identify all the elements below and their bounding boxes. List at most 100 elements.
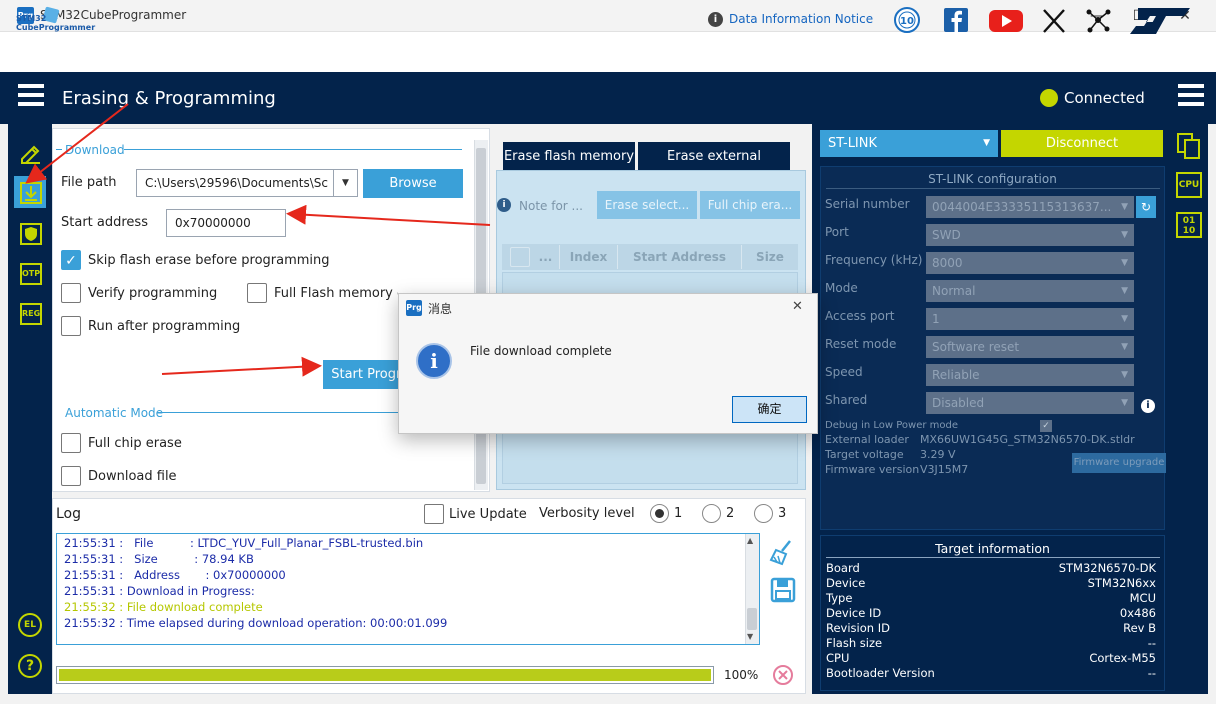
binary-icon[interactable]: 01 10 [1176,212,1202,238]
stlink-dropdown-label: ST-LINK [828,136,878,151]
sidebar-item-reg[interactable]: REG [13,296,47,330]
download-progress-fill [59,669,711,681]
skip-flash-erase-checkbox[interactable]: ✓ [61,250,81,270]
config-field[interactable]: Reliable ▼ [926,364,1134,386]
cpu-icon[interactable]: CPU [1176,172,1202,198]
page-title: Erasing & Programming [62,88,276,109]
network-icon[interactable] [1084,6,1114,34]
facebook-icon[interactable] [942,6,972,34]
connection-status: Connected [1064,89,1145,107]
verbosity-radio-2[interactable] [702,504,721,523]
config-field-value: Normal [932,284,976,298]
target-voltage-value: 3.29 V [920,448,956,461]
config-field[interactable]: 8000 ▼ [926,252,1134,274]
shared-info-icon[interactable]: i [1141,399,1155,413]
x-icon[interactable] [1040,6,1070,34]
log-line: 21:55:31 : Download in Progress: [64,584,255,598]
memory-copy-icon[interactable] [1176,132,1202,160]
target-row-value: -- [1147,636,1156,650]
download-file-checkbox[interactable] [61,466,81,486]
erase-selected-button[interactable]: Erase select... [597,191,697,219]
youtube-icon[interactable] [988,6,1023,34]
config-field[interactable]: Normal ▼ [926,280,1134,302]
far-right-strip [1172,124,1208,694]
tab-erase-external[interactable]: Erase external memory [638,142,790,194]
sidebar-item-download[interactable] [13,175,47,209]
note-info-icon: i [497,198,511,212]
config-field-value: Disabled [932,396,985,410]
verbosity-radio-3[interactable] [754,504,773,523]
select-all-checkbox[interactable] [510,247,530,267]
start-address-value: 0x70000000 [175,216,251,230]
binary-top: 01 [1182,216,1196,226]
firmware-upgrade-button[interactable]: Firmware upgrade [1072,453,1166,473]
data-information-notice-link[interactable]: Data Information Notice [729,12,873,26]
stlink-dropdown[interactable]: ST-LINK ▼ [820,130,998,157]
full-chip-erase-button[interactable]: Full chip era... [700,191,800,219]
sidebar-item-otp[interactable]: OTP [13,256,47,290]
chevron-down-icon: ▼ [1121,286,1128,296]
start-address-input[interactable]: 0x70000000 [166,209,286,237]
log-scroll-down-icon[interactable]: ▼ [747,632,753,641]
automatic-mode-section-label: Automatic Mode [65,406,164,420]
verbosity-level-1-label: 1 [674,506,683,521]
clear-log-broom-icon[interactable] [768,538,796,566]
sidebar-item-edit[interactable] [13,136,47,170]
file-path-dropdown-chevron-down-icon[interactable]: ▼ [333,169,357,197]
full-checksum-checkbox[interactable] [247,283,267,303]
config-field-value: Software reset [932,340,1020,354]
refresh-serial-icon[interactable]: ↻ [1136,196,1156,218]
debug-low-power-checkbox[interactable]: ✓ [1040,420,1052,432]
config-field[interactable]: SWD ▼ [926,224,1134,246]
config-field[interactable]: 0044004E33335115313637... ▼ [926,196,1134,218]
menu-icon[interactable] [18,84,44,106]
dialog-close-icon[interactable]: ✕ [792,299,803,314]
download-section-label: Download [65,143,125,157]
config-field[interactable]: Software reset ▼ [926,336,1134,358]
verbosity-level-3-label: 3 [778,506,787,521]
config-field[interactable]: Disabled ▼ [926,392,1134,414]
verbosity-label: Verbosity level [539,506,635,521]
log-line: 21:55:31 : Address : 0x70000000 [64,568,286,582]
log-scroll-up-icon[interactable]: ▲ [747,536,753,545]
config-field-value: 8000 [932,256,963,270]
target-row-label: Flash size [826,636,883,650]
browse-button[interactable]: Browse [363,169,463,198]
help-icon[interactable]: ? [18,654,42,678]
target-info-divider [826,557,1160,558]
live-update-checkbox[interactable] [424,504,444,524]
config-label: Frequency (kHz) [825,253,923,267]
right-menu-icon[interactable] [1178,84,1204,106]
anniversary-badge-text: 10 [900,16,914,27]
verify-programming-checkbox[interactable] [61,283,81,303]
binary-bottom: 10 [1182,226,1196,236]
save-log-icon[interactable] [770,577,796,603]
target-row-value: MCU [1129,591,1156,605]
stlink-config-title: ST-LINK configuration [928,172,1057,186]
sidebar-item-security[interactable] [13,216,47,250]
start-address-label: Start address [61,215,148,230]
run-after-programming-checkbox[interactable] [61,316,81,336]
chevron-down-icon: ▼ [1121,258,1128,268]
tab-erase-flash[interactable]: Erase flash memory [503,142,635,172]
target-row-label: Board [826,561,860,575]
live-update-label: Live Update [449,507,527,522]
edit-icon [21,145,40,164]
full-chip-erase-checkbox[interactable] [61,433,81,453]
cancel-download-icon[interactable] [772,664,794,686]
file-path-input[interactable]: C:\Users\29596\Documents\Sc [136,169,358,197]
download-section-line-left [56,149,62,150]
log-scroll-thumb[interactable] [747,608,757,630]
anniversary-icon[interactable]: 10 [892,6,922,34]
verbosity-level-2-label: 2 [726,506,735,521]
dialog-app-icon: Prg [406,300,422,316]
el-icon[interactable]: EL [18,613,42,637]
verbosity-radio-1[interactable] [650,504,669,523]
disconnect-button[interactable]: Disconnect [1001,130,1163,157]
log-output[interactable]: 21:55:31 : File : LTDC_YUV_Full_Planar_F… [56,533,760,645]
full-chip-erase-label: Full chip erase [88,436,182,451]
dialog-ok-button[interactable]: 确定 [732,396,807,423]
dialog-title: 消息 [428,302,453,316]
config-field[interactable]: 1 ▼ [926,308,1134,330]
target-row-label: Device [826,576,866,590]
